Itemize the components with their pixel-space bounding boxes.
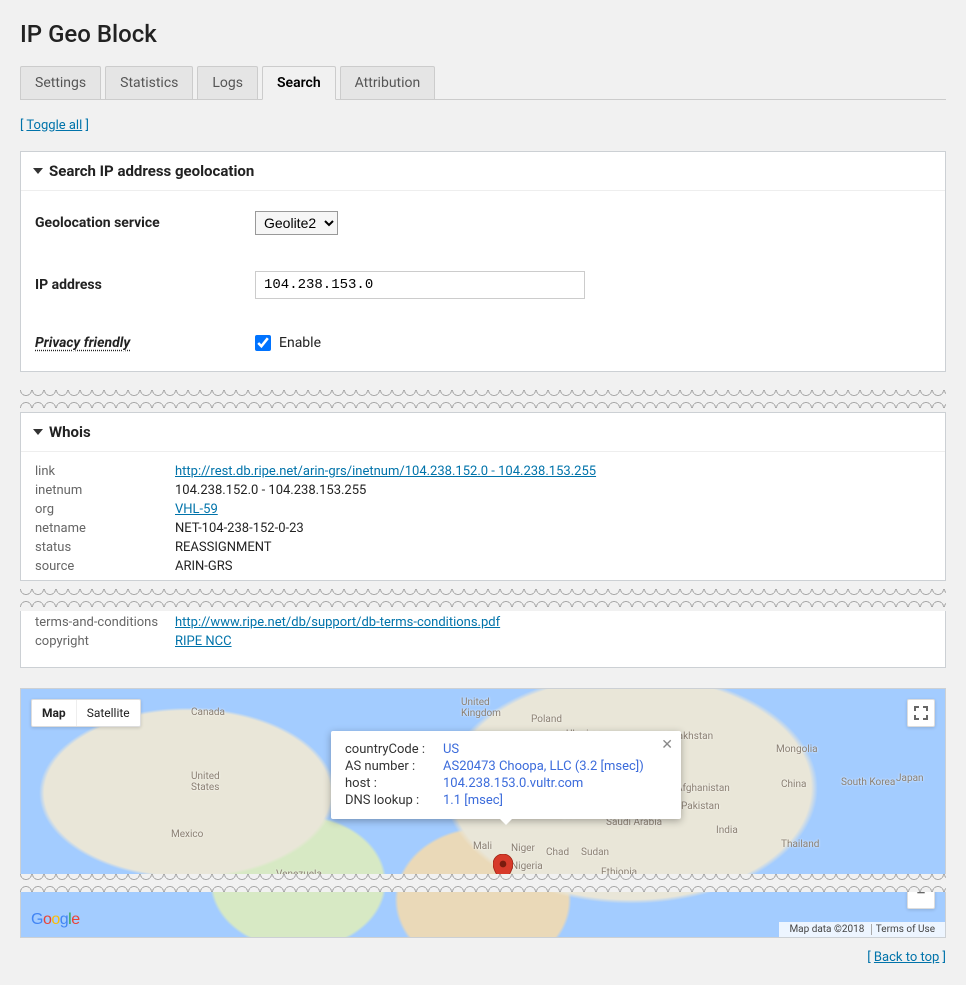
map-label: Pakistan <box>681 801 720 812</box>
infowin-val: 1.1 [msec] <box>443 793 667 808</box>
page-title: IP Geo Block <box>20 10 946 66</box>
map-label: Mexico <box>171 829 203 840</box>
whois-key: netname <box>35 521 175 536</box>
map-data-label: Map data ©2018 <box>785 924 868 935</box>
google-logo: Google <box>31 911 80 929</box>
whois-link[interactable]: http://rest.db.ripe.net/arin-grs/inetnum… <box>175 464 596 479</box>
tab-attribution[interactable]: Attribution <box>340 66 436 99</box>
privacy-checkbox-label: Enable <box>279 335 321 351</box>
tab-statistics[interactable]: Statistics <box>105 66 193 99</box>
map-label: Nigeria <box>511 861 543 872</box>
whois-val: 104.238.152.0 - 104.238.153.255 <box>175 483 931 498</box>
map-label: China <box>781 779 806 790</box>
map-label: Sudan <box>581 847 609 858</box>
back-to-top-link[interactable]: Back to top <box>874 950 939 965</box>
panel-search-title: Search IP address geolocation <box>49 162 254 180</box>
whois-key: org <box>35 502 175 517</box>
map-attribution: Map data ©2018 Terms of Use <box>779 922 945 937</box>
map-label: Poland <box>531 714 562 725</box>
whois-link[interactable]: RIPE NCC <box>175 634 232 649</box>
whois-link[interactable]: http://www.ripe.net/db/support/db-terms-… <box>175 615 500 630</box>
whois-key: inetnum <box>35 483 175 498</box>
toggle-all-link[interactable]: Toggle all <box>26 118 82 133</box>
whois-key: copyright <box>35 634 175 649</box>
whois-val: VHL-59 <box>175 502 931 517</box>
whois-val: http://rest.db.ripe.net/arin-grs/inetnum… <box>175 464 931 479</box>
torn-divider <box>20 589 946 607</box>
tab-search[interactable]: Search <box>262 66 336 100</box>
whois-link[interactable]: VHL-59 <box>175 502 218 517</box>
infowin-key: AS number : <box>345 759 443 774</box>
map-label: Canada <box>191 707 225 718</box>
map-label: Afghanistan <box>676 783 730 794</box>
map-label: Niger <box>511 843 535 854</box>
whois-val: RIPE NCC <box>175 634 931 649</box>
map-label: South Korea <box>841 777 895 788</box>
infowin-val: US <box>443 742 667 757</box>
map-infowindow: ✕ countryCode :US AS number :AS20473 Cho… <box>331 731 681 819</box>
chevron-down-icon <box>33 168 43 174</box>
map-label: Thailand <box>781 839 819 850</box>
whois-val: NET-104-238-152-0-23 <box>175 521 931 536</box>
whois-val: http://www.ripe.net/db/support/db-terms-… <box>175 615 931 630</box>
whois-row: copyrightRIPE NCC <box>35 632 931 651</box>
tab-bar: Settings Statistics Logs Search Attribut… <box>20 66 946 100</box>
map-label: Chad <box>546 847 569 858</box>
whois-key: status <box>35 540 175 555</box>
whois-row: sourceARIN-GRS <box>35 557 931 576</box>
infowin-key: DNS lookup : <box>345 793 443 808</box>
panel-whois-header[interactable]: Whois <box>21 413 945 452</box>
privacy-checkbox[interactable] <box>255 335 271 351</box>
privacy-label: Privacy friendly <box>35 335 255 351</box>
map[interactable]: Canada United States Mexico Venezuela Un… <box>20 688 946 938</box>
toggle-all-wrap: [ Toggle all ] <box>20 118 946 133</box>
ip-address-input[interactable] <box>255 271 585 299</box>
whois-row: linkhttp://rest.db.ripe.net/arin-grs/ine… <box>35 462 931 481</box>
tab-logs[interactable]: Logs <box>197 66 258 99</box>
fullscreen-button[interactable] <box>907 699 935 727</box>
map-label: Japan <box>896 773 924 784</box>
panel-whois-title: Whois <box>49 423 91 441</box>
infowin-key: countryCode : <box>345 742 443 757</box>
map-label: United States <box>191 771 220 793</box>
map-terms-link[interactable]: Terms of Use <box>871 924 939 935</box>
whois-row: orgVHL-59 <box>35 500 931 519</box>
whois-row: terms-and-conditionshttp://www.ripe.net/… <box>35 613 931 632</box>
footer: [ Back to top ] <box>20 950 946 965</box>
close-icon[interactable]: ✕ <box>661 737 673 753</box>
whois-row: netnameNET-104-238-152-0-23 <box>35 519 931 538</box>
torn-divider <box>20 390 946 408</box>
map-type-map[interactable]: Map <box>32 700 77 726</box>
map-label: United Kingdom <box>461 697 501 719</box>
panel-whois: Whois linkhttp://rest.db.ripe.net/arin-g… <box>20 412 946 581</box>
panel-whois-continued: terms-and-conditionshttp://www.ripe.net/… <box>20 611 946 668</box>
whois-row: inetnum104.238.152.0 - 104.238.153.255 <box>35 481 931 500</box>
geo-service-label: Geolocation service <box>35 215 255 231</box>
whois-key: source <box>35 559 175 574</box>
torn-divider <box>20 874 946 892</box>
geo-service-select[interactable]: Geolite2 <box>255 211 338 235</box>
whois-key: link <box>35 464 175 479</box>
panel-search: Search IP address geolocation Geolocatio… <box>20 151 946 372</box>
whois-key: terms-and-conditions <box>35 615 175 630</box>
map-label: Mali <box>473 841 492 852</box>
panel-search-header[interactable]: Search IP address geolocation <box>21 152 945 191</box>
infowin-key: host : <box>345 776 443 791</box>
map-type-satellite[interactable]: Satellite <box>77 700 140 726</box>
ip-address-label: IP address <box>35 277 255 293</box>
infowin-val: AS20473 Choopa, LLC (3.2 [msec]) <box>443 759 667 774</box>
whois-val: REASSIGNMENT <box>175 540 931 555</box>
whois-val: ARIN-GRS <box>175 559 931 574</box>
fullscreen-icon <box>913 705 929 721</box>
whois-row: statusREASSIGNMENT <box>35 538 931 557</box>
map-type-toggle: Map Satellite <box>31 699 141 727</box>
infowin-val: 104.238.153.0.vultr.com <box>443 776 667 791</box>
map-label: India <box>716 825 738 836</box>
chevron-down-icon <box>33 429 43 435</box>
map-label: Mongolia <box>776 744 818 755</box>
tab-settings[interactable]: Settings <box>20 66 101 99</box>
